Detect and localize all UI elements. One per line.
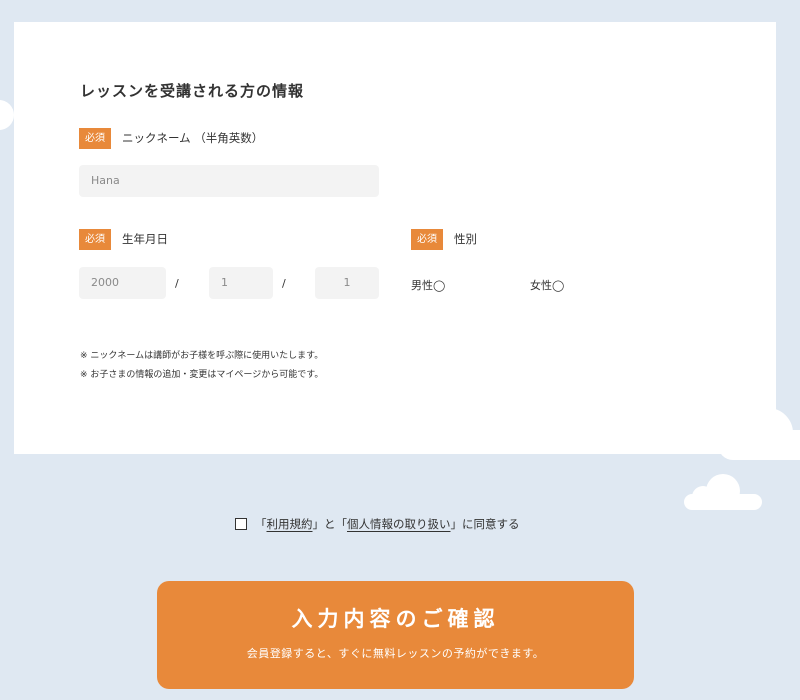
required-badge-gender: 必須 bbox=[411, 229, 443, 250]
nickname-label: ニックネーム （半角英数） bbox=[122, 131, 264, 145]
consent-and-text: と bbox=[324, 517, 336, 531]
consent-suffix-text: に同意する bbox=[462, 517, 520, 531]
note-mypage: ※ お子さまの情報の追加・変更はマイページから可能です。 bbox=[80, 370, 324, 380]
gender-option-female[interactable]: 女性◯ bbox=[530, 277, 564, 293]
birth-year-input[interactable]: 2000 bbox=[79, 267, 166, 299]
consent-row: 「 利用規約 」 と 「 個人情報の取り扱い 」 に同意する bbox=[235, 515, 520, 533]
bracket-close: 」 bbox=[450, 517, 463, 531]
gender-label: 性別 bbox=[454, 232, 477, 246]
nickname-input[interactable]: Hana bbox=[79, 165, 379, 197]
confirm-button[interactable]: 入力内容のご確認 会員登録すると、すぐに無料レッスンの予約ができます。 bbox=[157, 581, 634, 689]
note-nickname: ※ ニックネームは講師がお子様を呼ぶ際に使用いたします。 bbox=[80, 351, 324, 361]
terms-link[interactable]: 利用規約 bbox=[267, 516, 313, 532]
consent-checkbox[interactable] bbox=[235, 518, 247, 530]
date-separator: / bbox=[175, 277, 179, 290]
date-separator: / bbox=[282, 277, 286, 290]
cloud-decoration-small bbox=[684, 474, 762, 510]
section-title: レッスンを受講される方の情報 bbox=[80, 82, 305, 100]
birth-month-input[interactable]: 1 bbox=[209, 267, 273, 299]
bracket-open: 「 bbox=[335, 517, 348, 531]
cloud-decoration-left bbox=[0, 100, 14, 130]
required-badge-nickname: 必須 bbox=[79, 128, 111, 149]
birth-day-input[interactable]: 1 bbox=[315, 267, 379, 299]
confirm-button-subtitle: 会員登録すると、すぐに無料レッスンの予約ができます。 bbox=[246, 647, 545, 660]
child-info-card: レッスンを受講される方の情報 必須 ニックネーム （半角英数） Hana 必須 … bbox=[14, 22, 776, 454]
confirm-button-title: 入力内容のご確認 bbox=[291, 607, 500, 631]
required-badge-birthday: 必須 bbox=[79, 229, 111, 250]
birthday-label: 生年月日 bbox=[122, 232, 168, 246]
bracket-close: 」 bbox=[312, 517, 325, 531]
gender-option-male[interactable]: 男性◯ bbox=[411, 277, 445, 293]
bracket-open: 「 bbox=[255, 517, 267, 531]
privacy-link[interactable]: 個人情報の取り扱い bbox=[347, 516, 451, 532]
